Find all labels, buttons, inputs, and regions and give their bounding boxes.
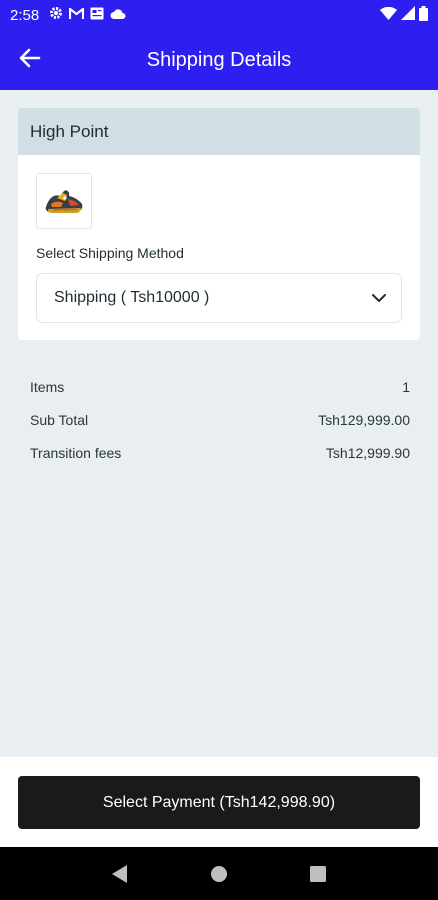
gmail-icon — [69, 6, 85, 24]
summary-value: 1 — [402, 378, 410, 395]
recents-square-icon — [310, 865, 327, 882]
sneaker-image — [45, 190, 83, 213]
status-time: 2:58 — [10, 6, 40, 24]
nav-recents-button[interactable] — [298, 854, 338, 894]
shipping-selected-value: Shipping ( Tsh10000 ) — [54, 289, 210, 306]
summary-label: Transition fees — [30, 444, 122, 461]
summary-row-fees: Transition fees Tsh12,999.90 — [30, 436, 410, 469]
app-bar: Shipping Details — [0, 30, 438, 90]
summary-value: Tsh12,999.90 — [325, 444, 410, 461]
summary-row-subtotal: Sub Total Tsh129,999.00 — [30, 403, 410, 436]
chevron-down-icon — [371, 293, 387, 303]
product-thumbnail[interactable] — [36, 173, 92, 229]
store-name: High Point — [18, 108, 420, 155]
nav-back-button[interactable] — [100, 854, 140, 894]
status-bar: 2:58 — [0, 0, 438, 30]
order-summary: Items 1 Sub Total Tsh129,999.00 Transiti… — [30, 370, 410, 469]
store-card: High Point Select Shipping Method Shippi… — [18, 108, 420, 340]
battery-icon — [419, 5, 428, 25]
shipping-method-select[interactable]: Shipping ( Tsh10000 ) — [36, 273, 402, 323]
back-button[interactable] — [0, 30, 60, 90]
summary-row-items: Items 1 — [30, 370, 410, 403]
home-circle-icon — [210, 865, 227, 882]
summary-value: Tsh129,999.00 — [318, 411, 410, 428]
summary-label: Sub Total — [30, 411, 89, 428]
shipping-method-label: Select Shipping Method — [36, 245, 184, 261]
wifi-icon — [380, 6, 397, 24]
gear-icon — [49, 6, 63, 24]
nav-home-button[interactable] — [199, 854, 239, 894]
summary-label: Items — [30, 378, 65, 395]
cloud-icon — [110, 7, 126, 24]
select-payment-button[interactable]: Select Payment (Tsh142,998.90) — [18, 776, 420, 829]
signal-icon — [401, 6, 415, 24]
system-nav-bar — [0, 847, 438, 900]
news-icon — [90, 7, 104, 24]
arrow-left-icon — [19, 48, 41, 73]
page-title: Shipping Details — [146, 48, 292, 71]
back-triangle-icon — [111, 864, 127, 883]
